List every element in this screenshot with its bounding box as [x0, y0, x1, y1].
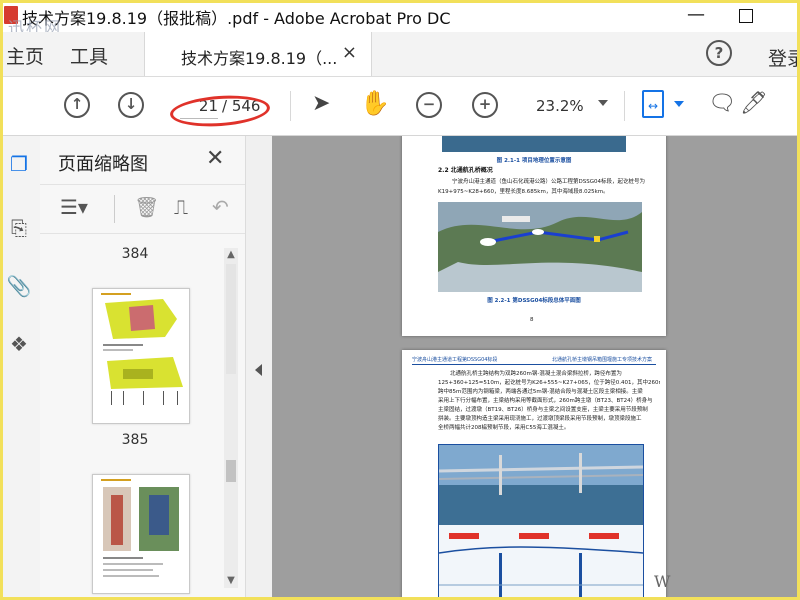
- insert-page-icon[interactable]: ⎍: [174, 195, 188, 219]
- fit-dropdown-icon[interactable]: [674, 101, 684, 107]
- header-rule: [412, 364, 656, 365]
- tab-close-icon[interactable]: ×: [342, 42, 357, 63]
- page-thumbnails-icon[interactable]: ❐: [6, 152, 32, 180]
- body-text: K19+975~K28+660，里程长度8.685km，其中海域段8.025km…: [438, 189, 609, 195]
- title-bar: 技术方案19.8.19（报批稿）.pdf - Adobe Acrobat Pro…: [0, 0, 800, 37]
- trash-icon[interactable]: 🗑: [134, 195, 159, 219]
- zoom-out-icon: −: [422, 95, 436, 113]
- window-title: 技术方案19.8.19（报批稿）.pdf - Adobe Acrobat Pro…: [22, 9, 451, 28]
- fit-page-icon[interactable]: [642, 90, 664, 118]
- prev-page-button[interactable]: ↑: [64, 92, 90, 118]
- bridge-drawing-image: [438, 444, 644, 600]
- scroll-up-icon[interactable]: ▲: [224, 248, 238, 262]
- panel-title: 页面缩略图: [58, 154, 148, 175]
- maximize-button[interactable]: [726, 4, 766, 28]
- bridge-drawing-graphic: [439, 445, 643, 600]
- zoom-in-icon: +: [478, 95, 492, 113]
- help-icon[interactable]: ?: [706, 40, 732, 66]
- document-view[interactable]: 图 2.1-1 项目地理位置示意图 2.2 北通航孔桥概况 宁波舟山港主通道（鱼…: [272, 136, 800, 600]
- zoom-level[interactable]: 23.2%: [536, 94, 596, 118]
- body-text: 采用上下行分幅布置，主梁结构采用等截面形式，260m跨主墩（BT23、BT24）…: [438, 398, 653, 404]
- body-text: 全桥两幅共计208榀预制节段，采用C55海工混凝土。: [438, 425, 570, 431]
- link-sign-icon[interactable]: 🖊: [740, 91, 768, 116]
- panel-divider: [114, 195, 115, 223]
- body-text: 拼装。主要墩顶构造主梁采用现浇施工，过渡墩顶梁段采用节段预制，墩顶梁段施工: [438, 416, 642, 422]
- undo-icon[interactable]: ↶: [212, 195, 229, 219]
- thumbnail-image: [101, 479, 179, 577]
- thumbnail-image: [101, 293, 183, 405]
- section-heading: 2.2 北通航孔桥概况: [438, 167, 493, 174]
- page-header-right: 北通航孔桥主墩钢吊箱围堰施工专项技术方案: [552, 357, 653, 363]
- signin-link[interactable]: 登录: [768, 44, 800, 71]
- watermark-bottom-right: W: [654, 572, 671, 591]
- zoom-dropdown-icon[interactable]: [598, 100, 608, 106]
- body-text: 宁波舟山港主通道（鱼山石化疏港公路）公路工程第DSSG04标段，起讫桩号为: [452, 179, 645, 185]
- options-icon[interactable]: ☰▾: [60, 195, 88, 219]
- tab-document-label: 技术方案19.8.19（...: [181, 49, 338, 68]
- tab-tools[interactable]: 工具: [70, 42, 108, 69]
- attachments-icon[interactable]: 📎: [6, 274, 32, 302]
- document-page: 宁波舟山港主通道工程第DSSG04标段 北通航孔桥主墩钢吊箱围堰施工专项技术方案…: [402, 350, 666, 600]
- plan-map-image: [438, 202, 642, 292]
- panel-toolbar: ☰▾ 🗑 ⎍ ↶: [40, 184, 245, 234]
- bookmarks-icon[interactable]: ⎘: [6, 216, 32, 244]
- scroll-thumb[interactable]: [226, 460, 236, 482]
- body-text: 跨中85m范围内为钢箱梁，两端各通过5m钢-混结合段与混凝土区段主梁相接。主梁: [438, 389, 643, 395]
- maximize-icon: [739, 9, 753, 23]
- minimize-button[interactable]: —: [676, 4, 716, 28]
- toolbar: ↑ ↓ 21 / 546 ➤ ✋ − + 23.2% 🗨 🖊: [0, 77, 800, 136]
- rail-active-indicator: [0, 150, 3, 182]
- panel-splitter[interactable]: [246, 136, 272, 600]
- thumbnail-scrollbar[interactable]: ▲ ▼: [224, 248, 238, 588]
- select-cursor-icon[interactable]: ➤: [312, 91, 330, 116]
- thumbnail-label: 385: [121, 432, 149, 448]
- zoom-out-button[interactable]: −: [416, 92, 442, 118]
- close-icon[interactable]: ✕: [206, 146, 224, 171]
- tab-home[interactable]: 主页: [6, 42, 44, 69]
- thumbnails-panel: 页面缩略图 ✕ ☰▾ 🗑 ⎍ ↶ 384 385 ▲ ▼: [40, 136, 246, 600]
- document-page: 图 2.1-1 项目地理位置示意图 2.2 北通航孔桥概况 宁波舟山港主通道（鱼…: [402, 136, 666, 336]
- figure-caption: 图 2.1-1 项目地理位置示意图: [496, 158, 572, 164]
- thumbnail-page[interactable]: [92, 288, 190, 424]
- left-rail: ❐ ⎘ 📎 ❖: [0, 136, 41, 600]
- thumbnail-label: 384: [121, 246, 149, 262]
- layers-icon[interactable]: ❖: [6, 332, 32, 360]
- tab-bar: 主页 工具 技术方案19.8.19（... × ? 登录: [0, 32, 800, 77]
- figure-caption: 图 2.2-1 第DSSG04标段总体平面图: [487, 298, 581, 304]
- body-text: 125+360+125=510m，起讫桩号为K26+555~K27+065，位于…: [438, 380, 660, 386]
- plan-map-graphic: [438, 202, 642, 292]
- body-text: 主梁固结，过渡墩（BT19、BT26）桥身与主梁之间设置支座，主梁主要采用节段预…: [438, 407, 648, 413]
- next-page-button[interactable]: ↓: [118, 92, 144, 118]
- body-text: 北通航孔桥主跨结构为双跨260m钢-混凝土混合梁斜拉桥，跨径布置为: [450, 371, 622, 377]
- collapse-arrow-icon[interactable]: [255, 364, 262, 376]
- zoom-in-button[interactable]: +: [472, 92, 498, 118]
- tab-document[interactable]: 技术方案19.8.19（... ×: [144, 32, 372, 76]
- location-map-image: [442, 136, 626, 152]
- toolbar-divider: [624, 91, 625, 121]
- arrow-up-icon: ↑: [70, 95, 84, 113]
- scroll-track: [226, 264, 236, 374]
- thumbnail-page[interactable]: [92, 474, 190, 594]
- toolbar-divider: [290, 91, 291, 121]
- arrow-down-icon: ↓: [124, 95, 138, 113]
- scroll-down-icon[interactable]: ▼: [224, 574, 238, 588]
- comment-icon[interactable]: 🗨: [708, 91, 736, 116]
- page-header-left: 宁波舟山港主通道工程第DSSG04标段: [412, 357, 498, 363]
- page-number: 8: [530, 317, 534, 323]
- hand-tool-icon[interactable]: ✋: [360, 89, 390, 117]
